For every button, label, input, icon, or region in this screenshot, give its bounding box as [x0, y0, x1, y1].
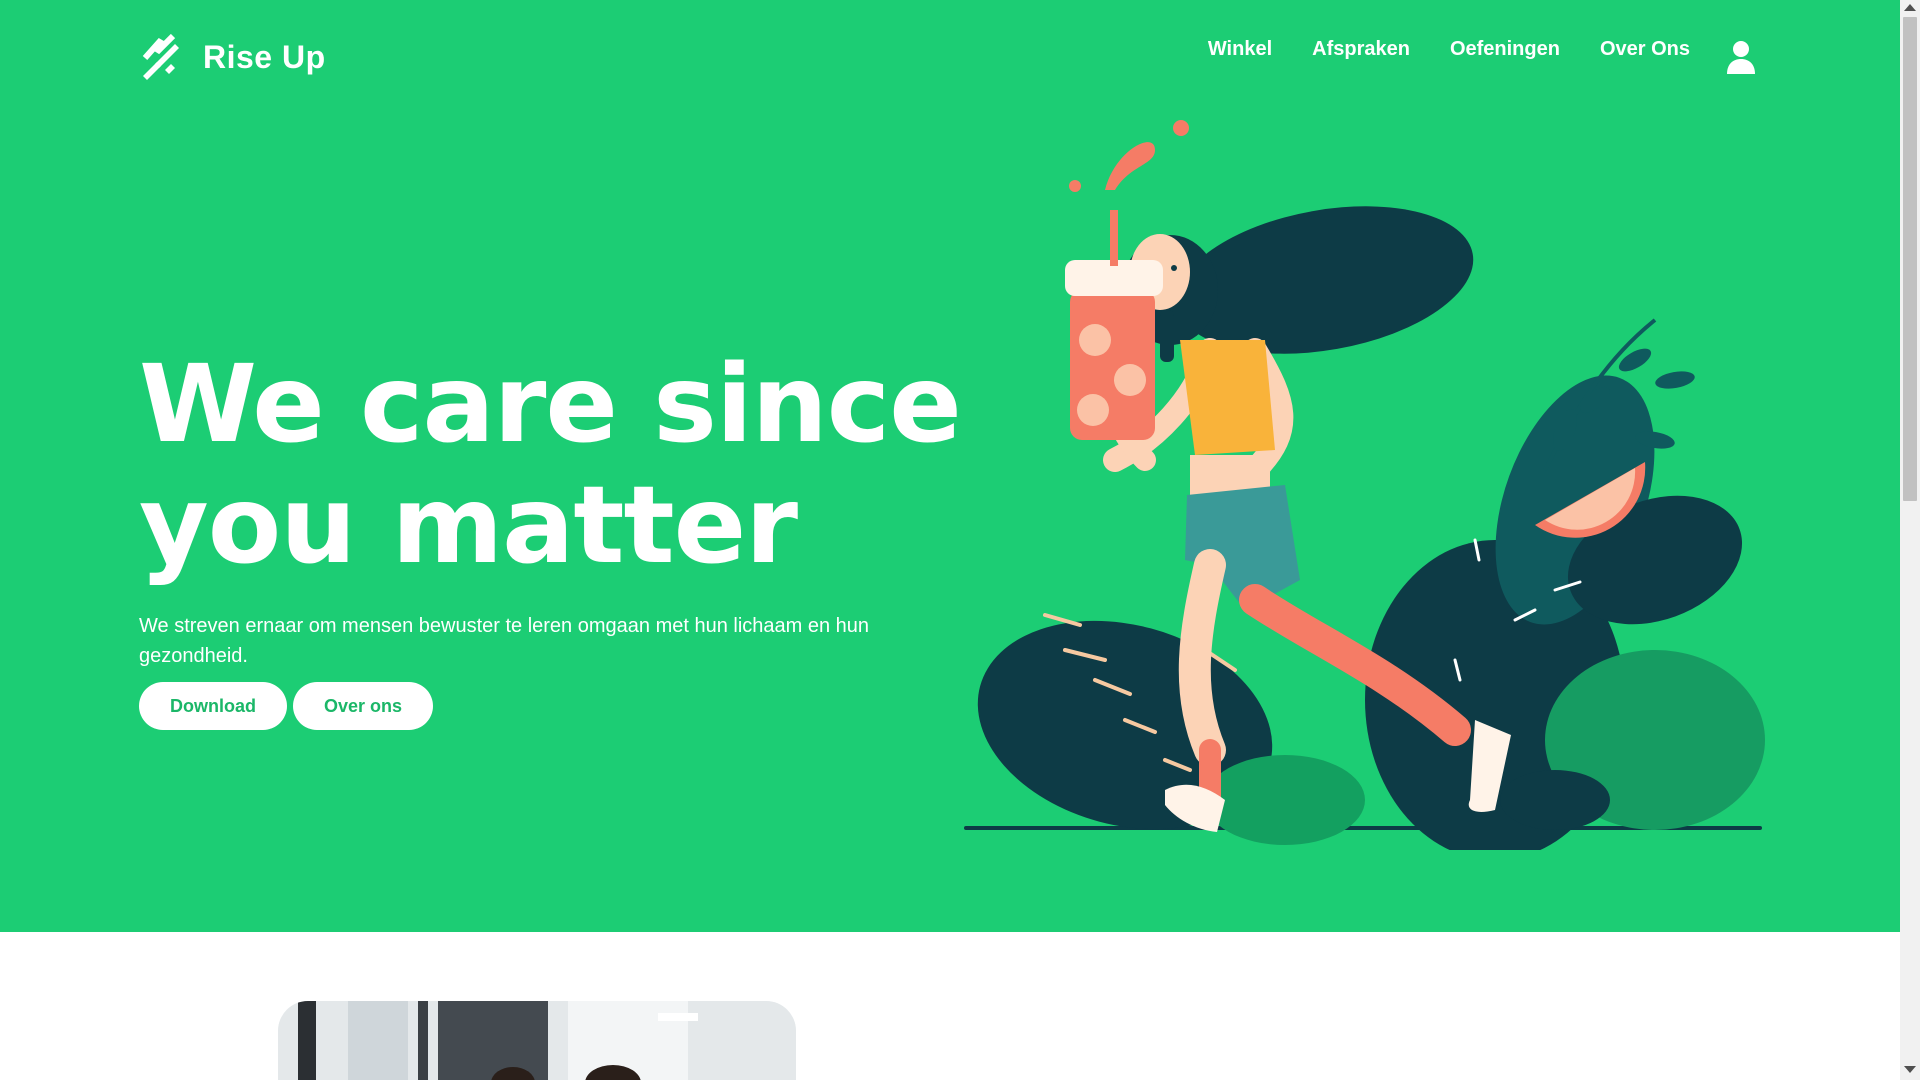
- hero-buttons: Download Over ons: [139, 682, 434, 730]
- runner-illustration: [964, 120, 1765, 850]
- hero-headline: We care since you matter: [139, 343, 962, 588]
- hero-section: Rise Up Winkel Afspraken Oefeningen Over…: [0, 0, 1900, 932]
- scroll-up-arrow-icon[interactable]: [1904, 4, 1916, 11]
- nav-item-oefeningen[interactable]: Oefeningen: [1450, 38, 1560, 61]
- scrollbar-thumb[interactable]: [1903, 17, 1917, 501]
- plant-small-green: [1205, 755, 1365, 845]
- user-icon[interactable]: [1726, 40, 1756, 74]
- main-nav: Winkel Afspraken Oefeningen Over Ons: [1208, 38, 1690, 61]
- page-scrollbar[interactable]: [1900, 0, 1920, 1080]
- headline-line-2: you matter: [139, 464, 798, 588]
- office-photo-image: [278, 1001, 796, 1080]
- plant-right-teal: [1500, 770, 1610, 830]
- download-button[interactable]: Download: [139, 682, 287, 730]
- sports-top: [1180, 340, 1275, 455]
- brand-name: Rise Up: [203, 38, 326, 75]
- nav-item-over-ons[interactable]: Over Ons: [1600, 38, 1690, 61]
- runner-arrow-icon: [142, 34, 179, 80]
- nav-item-winkel[interactable]: Winkel: [1208, 38, 1272, 61]
- brand-logo-link[interactable]: Rise Up: [139, 34, 326, 80]
- photo-card: [278, 1001, 796, 1080]
- nav-item-afspraken[interactable]: Afspraken: [1312, 38, 1410, 61]
- about-button[interactable]: Over ons: [293, 682, 434, 730]
- page: Rise Up Winkel Afspraken Oefeningen Over…: [0, 0, 1900, 1080]
- scroll-down-arrow-icon[interactable]: [1904, 1066, 1916, 1073]
- headline-line-1: We care since: [139, 343, 962, 467]
- hero-subtitle: We streven ernaar om mensen bewuster te …: [139, 615, 870, 667]
